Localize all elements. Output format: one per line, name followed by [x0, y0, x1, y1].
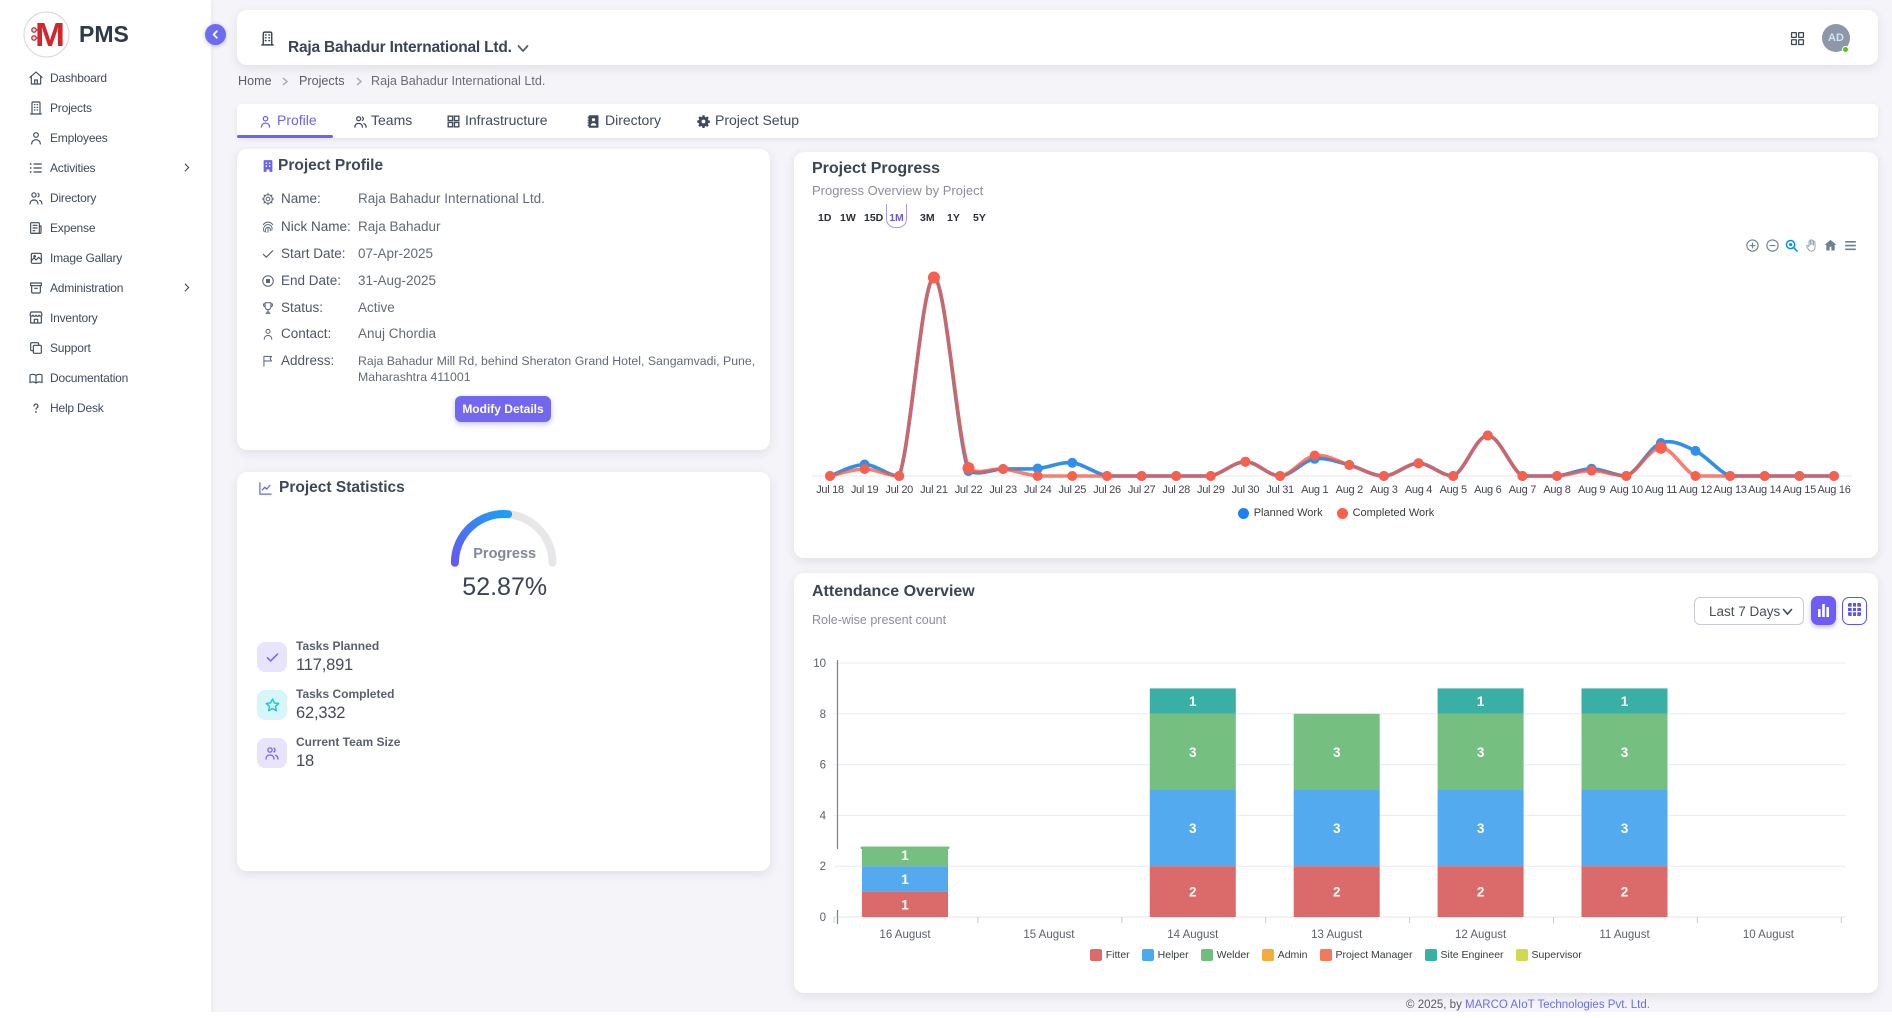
- svg-text:3: 3: [1189, 821, 1197, 836]
- svg-text:0: 0: [820, 912, 826, 924]
- svg-text:52.87%: 52.87%: [462, 573, 547, 601]
- svg-text:Aug 3: Aug 3: [1370, 484, 1397, 496]
- svg-text:Jul 26: Jul 26: [1093, 484, 1121, 496]
- svg-text:2: 2: [1189, 885, 1197, 900]
- svg-text:Aug 13: Aug 13: [1714, 484, 1747, 496]
- svg-text:Aug 6: Aug 6: [1474, 484, 1501, 496]
- svg-text:Aug 7: Aug 7: [1509, 484, 1536, 496]
- svg-text:10: 10: [813, 658, 826, 670]
- svg-text:Jul 30: Jul 30: [1232, 484, 1260, 496]
- svg-text:Jul 25: Jul 25: [1059, 484, 1087, 496]
- svg-text:1: 1: [901, 848, 909, 863]
- svg-text:Aug 16: Aug 16: [1817, 484, 1850, 496]
- svg-text:Jul 23: Jul 23: [989, 484, 1017, 496]
- svg-text:15 August: 15 August: [1023, 929, 1075, 941]
- svg-text:8: 8: [820, 709, 826, 721]
- svg-text:Aug 8: Aug 8: [1543, 484, 1570, 496]
- svg-text:13 August: 13 August: [1311, 929, 1363, 941]
- svg-text:11 August: 11 August: [1599, 929, 1650, 941]
- svg-text:Jul 27: Jul 27: [1128, 484, 1156, 496]
- svg-text:Progress: Progress: [473, 546, 536, 562]
- svg-text:Jul 28: Jul 28: [1162, 484, 1190, 496]
- svg-text:Aug 15: Aug 15: [1783, 484, 1816, 496]
- svg-text:1: 1: [901, 872, 909, 887]
- svg-text:Aug 10: Aug 10: [1610, 484, 1643, 496]
- svg-text:14 August: 14 August: [1167, 929, 1219, 941]
- svg-text:6: 6: [820, 760, 826, 772]
- svg-text:1: 1: [1477, 694, 1485, 709]
- svg-text:3: 3: [1189, 745, 1197, 760]
- svg-text:Aug 11: Aug 11: [1645, 484, 1677, 496]
- svg-text:Jul 20: Jul 20: [885, 484, 913, 496]
- svg-text:1: 1: [1189, 694, 1197, 709]
- svg-text:Jul 31: Jul 31: [1266, 484, 1294, 496]
- svg-text:12 August: 12 August: [1455, 929, 1507, 941]
- svg-text:Aug 12: Aug 12: [1679, 484, 1712, 496]
- svg-text:3: 3: [1621, 745, 1629, 760]
- svg-text:16 August: 16 August: [879, 929, 931, 941]
- svg-text:4: 4: [820, 810, 827, 822]
- svg-text:1: 1: [1621, 694, 1629, 709]
- svg-text:Aug 2: Aug 2: [1336, 484, 1363, 496]
- svg-text:Jul 29: Jul 29: [1197, 484, 1225, 496]
- svg-text:1: 1: [901, 897, 909, 912]
- svg-text:Aug 14: Aug 14: [1748, 484, 1781, 496]
- svg-text:Jul 18: Jul 18: [816, 484, 844, 496]
- svg-text:Jul 19: Jul 19: [851, 484, 879, 496]
- svg-text:2: 2: [1333, 885, 1341, 900]
- svg-text:2: 2: [1477, 885, 1485, 900]
- svg-text:Aug 9: Aug 9: [1578, 484, 1605, 496]
- svg-text:Jul 22: Jul 22: [955, 484, 983, 496]
- svg-text:2: 2: [1621, 885, 1629, 900]
- svg-text:3: 3: [1477, 745, 1485, 760]
- svg-text:Jul 21: Jul 21: [920, 484, 948, 496]
- svg-text:2: 2: [820, 861, 826, 873]
- svg-text:Aug 1: Aug 1: [1301, 484, 1328, 496]
- svg-text:Aug 5: Aug 5: [1440, 484, 1467, 496]
- svg-text:3: 3: [1333, 821, 1341, 836]
- svg-text:Jul 24: Jul 24: [1024, 484, 1052, 496]
- svg-text:3: 3: [1477, 821, 1485, 836]
- svg-text:Aug 4: Aug 4: [1405, 484, 1432, 496]
- svg-text:3: 3: [1333, 745, 1341, 760]
- svg-text:3: 3: [1621, 821, 1629, 836]
- svg-text:M: M: [35, 16, 65, 53]
- svg-text:10 August: 10 August: [1743, 929, 1795, 941]
